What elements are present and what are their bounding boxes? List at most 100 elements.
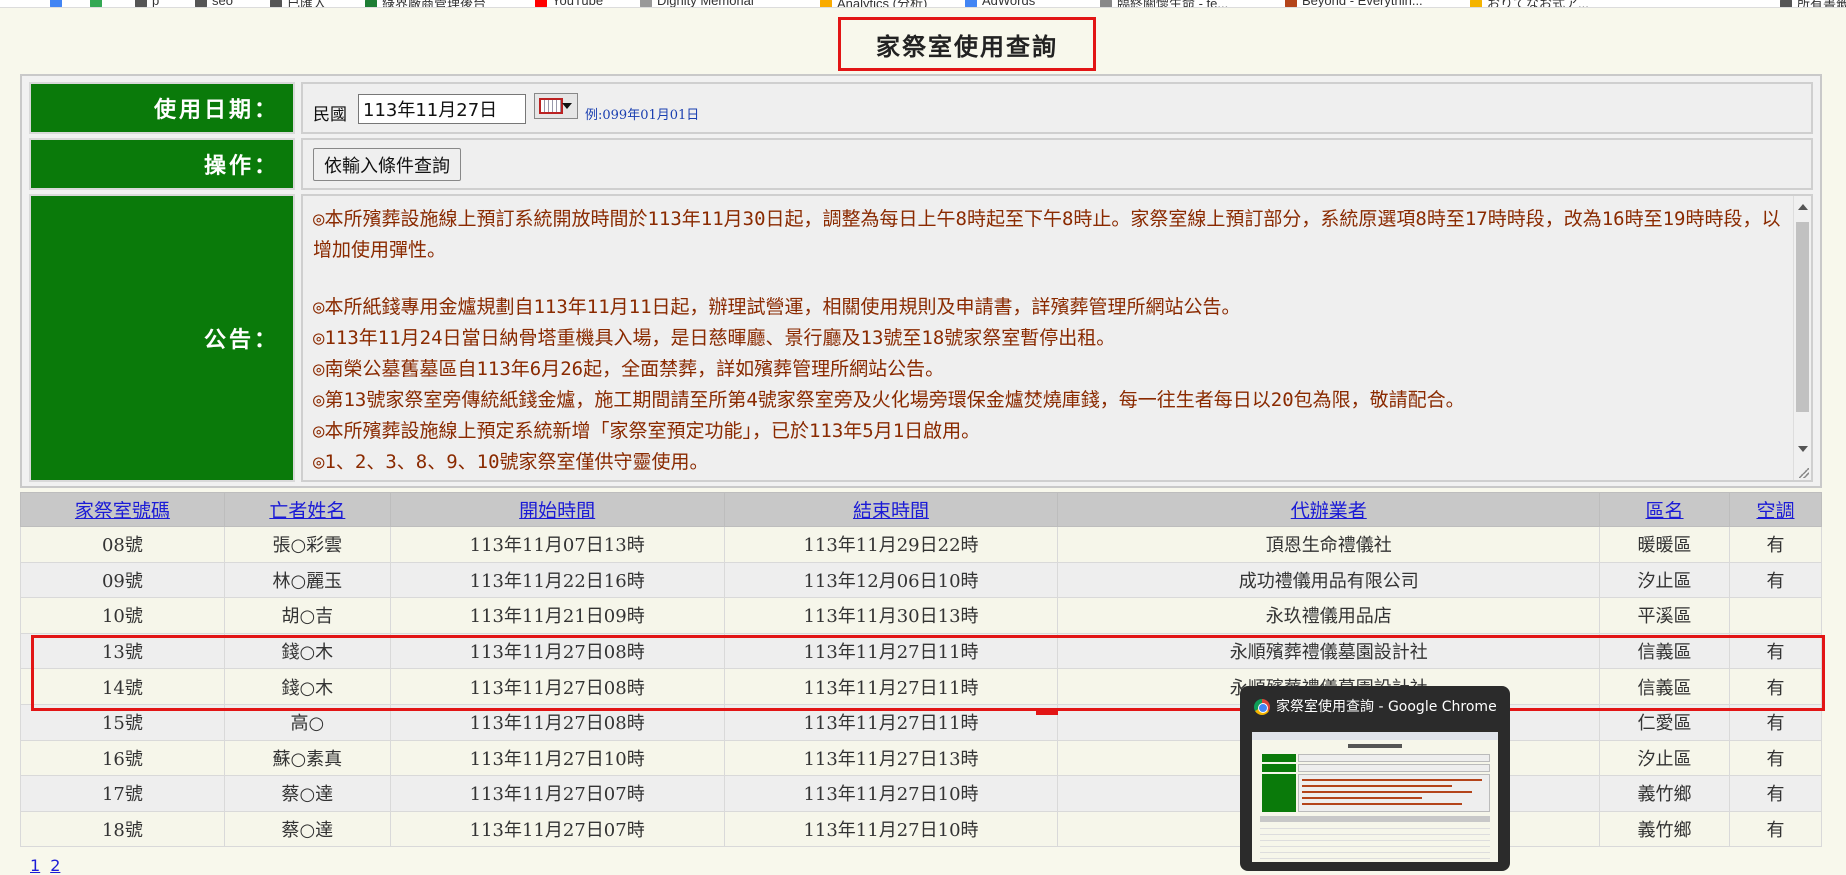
table-row: 17號 蔡○達 113年11月27日07時 113年11月27日10時 義竹鄉有	[20, 775, 1822, 812]
cell-start: 113年11月21日09時	[389, 597, 725, 634]
cell-name: 林○麗玉	[223, 561, 391, 599]
bookmark-label: p	[152, 0, 160, 8]
sort-link[interactable]: 亡者姓名	[269, 500, 345, 522]
bookmark-item[interactable]: 所有書籤	[1780, 0, 1846, 7]
cell-district: 仁愛區	[1599, 703, 1730, 741]
bookmark-label: AdWords	[982, 0, 1036, 8]
cell-name: 張○彩雲	[223, 526, 391, 563]
cell-ac: 有	[1729, 810, 1822, 848]
bookmark-item[interactable]	[50, 0, 67, 7]
preview-title-text: 家祭室使用查詢 - Google Chrome	[1276, 699, 1497, 715]
table-row: 09號 林○麗玉 113年11月22日16時 113年12月06日10時 成功禮儀用品有…	[20, 561, 1822, 599]
sort-link[interactable]: 空調	[1756, 500, 1794, 522]
header-start-time: 開始時間	[389, 492, 725, 527]
notice-item: ◎本所紙錢專用金爐規劃自113年11月11日起，辦理試營運，相關使用規則及申請書…	[313, 296, 1241, 318]
cell-name: 蔡○達	[223, 810, 391, 848]
notice-scrollbar[interactable]	[1793, 196, 1811, 480]
cell-ac: 有	[1729, 526, 1822, 563]
sort-link[interactable]: 結束時間	[853, 500, 929, 522]
resize-handle-icon[interactable]	[1799, 468, 1809, 478]
sort-link[interactable]: 區名	[1646, 500, 1684, 522]
scroll-up-arrow-icon[interactable]	[1798, 204, 1808, 210]
scroll-thumb[interactable]	[1796, 222, 1809, 412]
bookmark-item[interactable]: YouTube	[535, 0, 603, 7]
bookmark-item[interactable]: seo	[195, 0, 233, 7]
bookmark-item[interactable]: p	[135, 0, 160, 8]
bookmark-item[interactable]: 綠界廠商管理後台	[365, 0, 487, 8]
notice-item: ◎1、2、3、8、9、10號家祭室僅供守靈使用。	[313, 451, 709, 473]
bookmark-label: おりてなお式ア...	[1487, 0, 1589, 8]
scroll-down-arrow-icon[interactable]	[1798, 446, 1808, 452]
cell-room: 16號	[20, 739, 225, 777]
notice-textarea[interactable]: ◎本所殯葬設施線上預訂系統開放時間於113年11月30日起，調整為每日上午8時起…	[301, 194, 1813, 482]
bookmark-label: 已匯入	[287, 0, 327, 8]
bookmark-icon	[365, 0, 377, 7]
cell-district: 信義區	[1599, 668, 1730, 705]
sort-link[interactable]: 家祭室號碼	[75, 500, 170, 522]
cell-district: 汐止區	[1599, 561, 1730, 599]
bookmark-icon	[1470, 0, 1482, 7]
cell-agency: 永玖禮儀用品店	[1057, 597, 1601, 634]
cell-start: 113年11月22日16時	[389, 561, 725, 599]
cell-name: 蔡○達	[223, 775, 391, 812]
bookmark-icon	[270, 0, 282, 7]
bookmark-icon	[90, 0, 102, 7]
bookmark-icon	[1100, 0, 1112, 7]
date-row: 使用日期： 民國 例:099年01月01日	[29, 82, 1813, 134]
bookmark-icon	[535, 0, 547, 7]
bookmark-label: 綠界廠商管理後台	[382, 0, 487, 8]
bookmark-icon	[135, 0, 147, 7]
cell-room: 17號	[20, 775, 225, 812]
bookmark-item[interactable]: おりてなお式ア...	[1470, 0, 1589, 8]
cell-room: 10號	[20, 597, 225, 634]
cell-agency: 永順殯葬禮儀墓園設計社	[1057, 632, 1601, 670]
cell-start: 113年11月27日08時	[389, 668, 725, 705]
preview-thumbnail	[1252, 732, 1498, 862]
header-district: 區名	[1599, 492, 1730, 527]
cell-end: 113年11月27日13時	[723, 739, 1059, 777]
bookmark-label: Dignity Memorial	[657, 0, 754, 8]
bookmark-item[interactable]: 已匯入	[270, 0, 327, 8]
table-row: 10號 胡○吉 113年11月21日09時 113年11月30日13時 永玖禮儀用品店平…	[20, 597, 1822, 634]
bookmark-item[interactable]: Dignity Memorial	[640, 0, 754, 8]
action-cell: 依輸入條件查詢	[301, 138, 1813, 190]
bookmark-item[interactable]	[90, 0, 107, 7]
cell-end: 113年11月30日13時	[723, 597, 1059, 634]
query-button[interactable]: 依輸入條件查詢	[313, 148, 461, 181]
page-link[interactable]: 1	[30, 856, 40, 875]
cell-room: 13號	[20, 632, 225, 670]
sort-link[interactable]: 開始時間	[519, 500, 595, 522]
bookmark-icon	[820, 0, 832, 7]
bookmark-item[interactable]: Beyond - Everythin...	[1285, 0, 1423, 7]
bookmark-item[interactable]: Analytics (分析)	[820, 0, 927, 7]
bookmark-item[interactable]: 臨終關懷生命 - fe...	[1100, 0, 1228, 7]
cell-name: 胡○吉	[223, 597, 391, 634]
pagination: 12	[30, 856, 70, 875]
date-input[interactable]	[358, 94, 526, 124]
taskbar-window-preview[interactable]: 家祭室使用查詢 - Google Chrome	[1240, 686, 1510, 871]
bookmark-icon	[1780, 0, 1792, 7]
header-room-number: 家祭室號碼	[20, 492, 225, 527]
cell-end: 113年12月06日10時	[723, 561, 1059, 599]
cell-name: 錢○木	[223, 632, 391, 670]
table-row: 18號 蔡○達 113年11月27日07時 113年11月27日10時 義竹鄉有	[20, 810, 1822, 848]
table-row: 08號 張○彩雲 113年11月07日13時 113年11月29日22時 頂恩生命禮儀社…	[20, 526, 1822, 563]
bookmarks-bar: p seo 已匯入 綠界廠商管理後台 YouTube Dignity Memorial An…	[0, 0, 1846, 8]
page-link[interactable]: 2	[50, 856, 60, 875]
header-air-conditioning: 空調	[1729, 492, 1822, 527]
cell-room: 09號	[20, 561, 225, 599]
bookmark-item[interactable]: AdWords	[965, 0, 1036, 8]
date-field-cell: 民國 例:099年01月01日	[301, 82, 1813, 134]
cell-room: 14號	[20, 668, 225, 705]
header-deceased-name: 亡者姓名	[223, 492, 391, 527]
sort-link[interactable]: 代辦業者	[1291, 500, 1367, 522]
cell-end: 113年11月27日10時	[723, 775, 1059, 812]
notice-item: ◎本所殯葬設施線上預訂系統開放時間於113年11月30日起，調整為每日上午8時起…	[313, 208, 1781, 261]
cell-room: 08號	[20, 526, 225, 563]
cell-district: 暖暖區	[1599, 526, 1730, 563]
calendar-picker-button[interactable]	[534, 93, 578, 119]
results-table: 家祭室號碼 亡者姓名 開始時間 結束時間 代辦業者 區名 空調 08號 張○彩雲 113年11月…	[20, 492, 1822, 848]
cell-district: 義竹鄉	[1599, 810, 1730, 848]
calendar-icon	[539, 98, 563, 114]
chrome-icon	[1254, 699, 1270, 715]
